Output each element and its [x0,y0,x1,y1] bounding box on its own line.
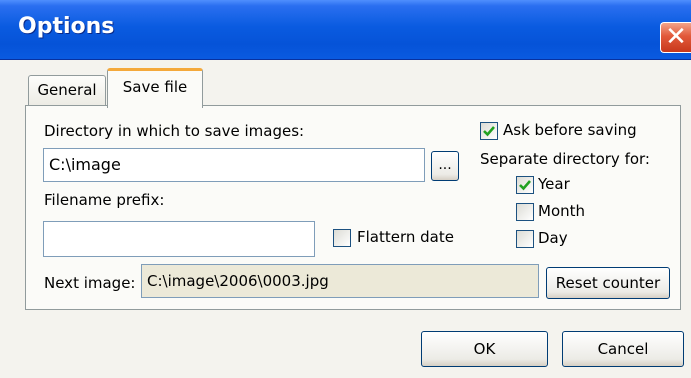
tab-save-file[interactable]: Save file [107,68,203,108]
month-checkbox[interactable] [516,203,534,221]
flatten-date-label: Flattern date [357,228,454,246]
checkmark-icon [519,180,531,191]
title-bar[interactable]: Options ✕ [0,0,691,60]
directory-input[interactable]: C:\image [43,148,425,182]
flatten-date-checkbox[interactable] [333,229,351,247]
day-checkbox[interactable] [516,230,534,248]
ask-before-saving-label: Ask before saving [503,121,637,139]
tab-general[interactable]: General [28,75,106,106]
month-label: Month [538,202,586,220]
checkmark-icon [483,126,495,137]
year-checkbox[interactable] [516,176,534,194]
cancel-button[interactable]: Cancel [562,331,684,367]
separate-directory-label: Separate directory for: [480,150,650,168]
next-image-field: C:\image\2006\0003.jpg [141,264,539,298]
directory-label: Directory in which to save images: [44,122,305,140]
close-button[interactable]: ✕ [660,22,691,53]
filename-prefix-label: Filename prefix: [44,191,165,209]
ask-before-saving-checkbox[interactable] [480,122,498,140]
year-label: Year [538,175,570,193]
window-title: Options [18,14,115,39]
next-image-label: Next image: [44,274,136,292]
filename-prefix-input[interactable] [43,221,315,257]
ok-button[interactable]: OK [421,331,548,367]
browse-button[interactable]: ... [431,151,459,181]
day-label: Day [538,229,568,247]
reset-counter-button[interactable]: Reset counter [546,267,670,299]
